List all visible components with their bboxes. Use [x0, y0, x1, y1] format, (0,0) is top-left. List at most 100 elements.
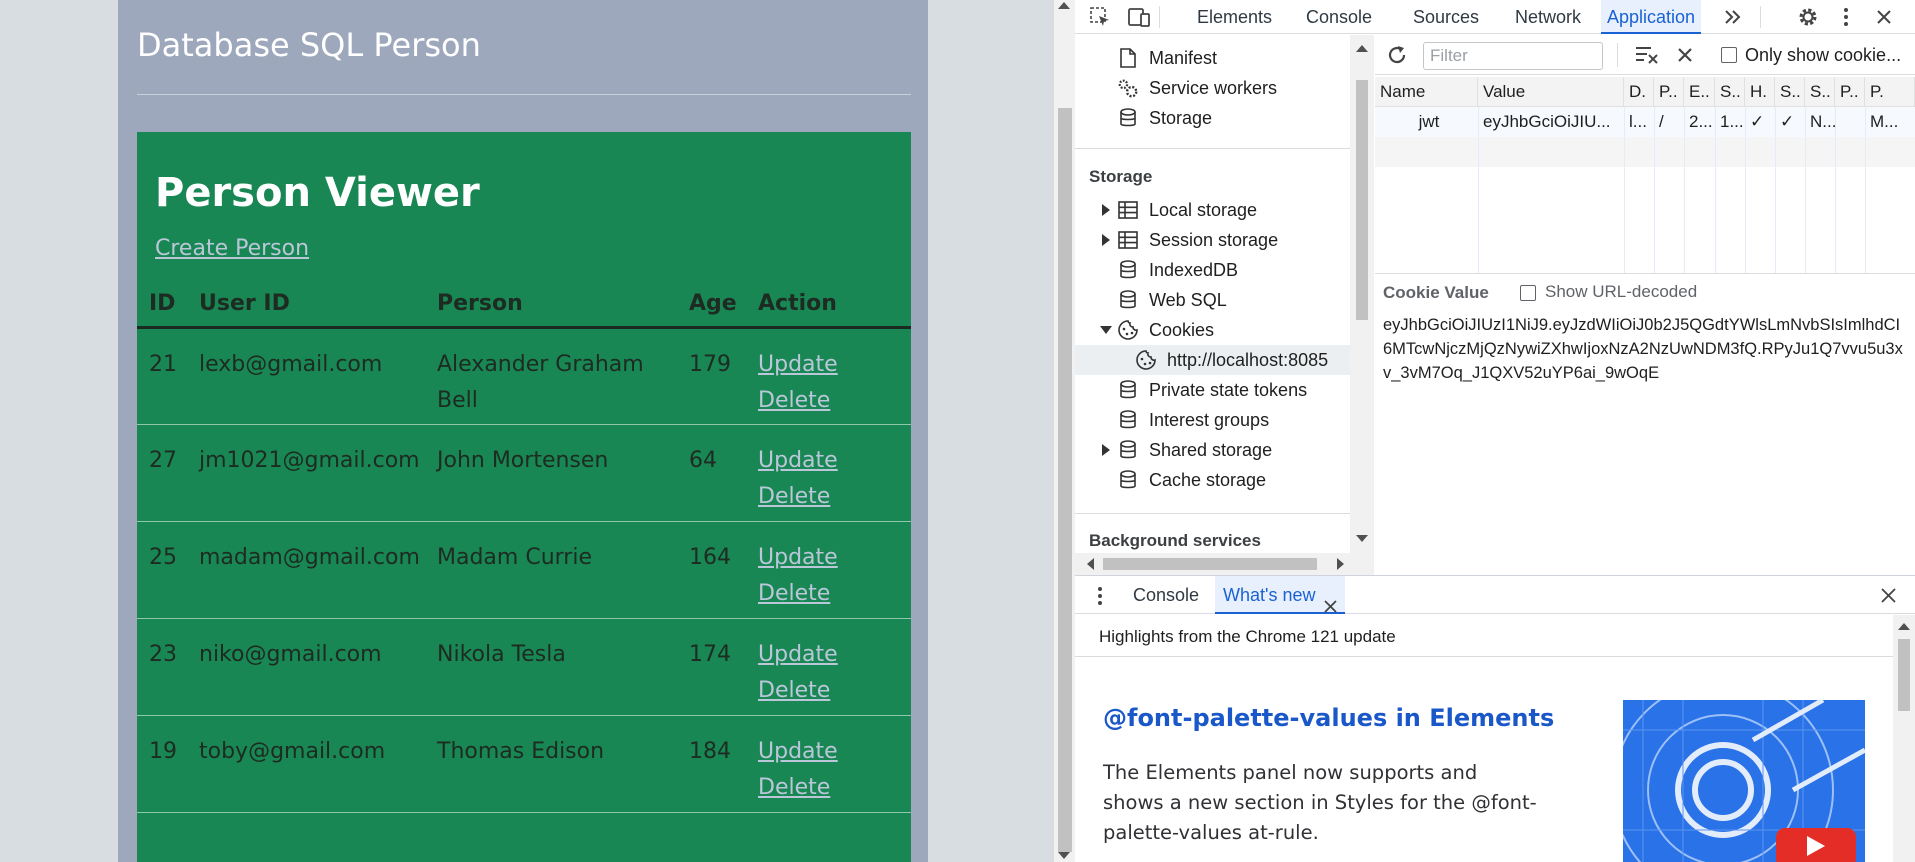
show-url-decoded-checkbox[interactable] [1520, 285, 1536, 301]
delete-link[interactable]: Delete [758, 576, 911, 612]
person-table: ID User ID Person Age Action 21 lexb@gma… [137, 282, 911, 813]
page-scrollbar-thumb[interactable] [1058, 108, 1072, 852]
scroll-right-arrow-icon[interactable] [1337, 558, 1344, 570]
delete-selected-icon[interactable] [1677, 47, 1693, 68]
column-header-name[interactable]: Name [1375, 77, 1478, 107]
cookie-samesite-cell[interactable]: N... [1805, 107, 1835, 137]
sidebar-horizontal-scrollbar[interactable] [1075, 553, 1374, 575]
update-link[interactable]: Update [758, 637, 911, 673]
scroll-down-arrow-icon[interactable] [1356, 535, 1368, 542]
cookie-name-cell[interactable]: jwt [1375, 107, 1478, 137]
sidebar-item-service-workers[interactable]: Service workers [1075, 73, 1351, 103]
gear-icon[interactable] [1795, 4, 1821, 30]
cookie-value-text[interactable]: eyJhbGciOiJIUzI1NiJ9.eyJzdWIiOiJ0b2J5QGd… [1383, 313, 1908, 385]
cookie-path-cell[interactable]: / [1654, 107, 1684, 137]
close-tab-icon[interactable] [1324, 588, 1337, 626]
refresh-icon[interactable] [1385, 43, 1409, 72]
column-header-httponly[interactable]: H. [1745, 77, 1775, 107]
tab-application[interactable]: Application [1601, 0, 1702, 34]
update-link[interactable]: Update [758, 443, 911, 479]
sidebar-item-manifest[interactable]: Manifest [1075, 43, 1351, 73]
expand-arrow-icon[interactable] [1102, 204, 1110, 216]
sidebar-item-local-storage[interactable]: Local storage [1075, 195, 1351, 225]
clear-filtered-icon[interactable] [1635, 45, 1659, 70]
cell-age: 174 [677, 618, 746, 716]
cookie-expires-cell[interactable]: 2... [1684, 107, 1715, 137]
update-link[interactable]: Update [758, 540, 911, 576]
sidebar-item-private-state-tokens[interactable]: Private state tokens [1075, 375, 1351, 405]
column-header-path[interactable]: P.. [1654, 77, 1684, 107]
column-header-secure[interactable]: S.. [1775, 77, 1805, 107]
cell-id: 27 [137, 424, 187, 522]
update-link[interactable]: Update [758, 734, 911, 770]
column-header-size[interactable]: S.. [1715, 77, 1745, 107]
tab-console[interactable]: Console [1300, 0, 1378, 34]
column-header-domain[interactable]: D. [1624, 77, 1654, 107]
expand-arrow-icon[interactable] [1102, 234, 1110, 246]
filter-input[interactable] [1423, 42, 1603, 70]
column-header-expires[interactable]: E.. [1684, 77, 1715, 107]
sidebar-item-cookies[interactable]: Cookies [1075, 315, 1351, 345]
cookie-priority-cell[interactable]: M... [1865, 107, 1915, 137]
scroll-up-arrow-icon[interactable] [1356, 45, 1368, 52]
sidebar-vertical-scrollbar[interactable] [1350, 35, 1374, 553]
sidebar-item-label: IndexedDB [1149, 260, 1239, 280]
sidebar-item-web-sql[interactable]: Web SQL [1075, 285, 1351, 315]
drawer-tab-console[interactable]: Console [1133, 576, 1199, 614]
delete-link[interactable]: Delete [758, 770, 911, 806]
scroll-up-arrow-icon[interactable] [1898, 623, 1910, 630]
delete-link[interactable]: Delete [758, 479, 911, 515]
close-icon[interactable] [1871, 4, 1897, 30]
inspect-element-icon[interactable] [1087, 4, 1113, 30]
cookie-value-cell[interactable]: eyJhbGciOiJIU... [1478, 107, 1624, 137]
scroll-down-arrow-icon[interactable] [1058, 852, 1070, 859]
create-person-link[interactable]: Create Person [155, 236, 309, 261]
column-header-samesite[interactable]: S.. [1805, 77, 1835, 107]
more-vert-icon[interactable] [1833, 4, 1859, 30]
sidebar-item-label: Service workers [1149, 78, 1278, 98]
feature-title-link[interactable]: @font-palette-values in Elements [1103, 704, 1554, 732]
cookie-secure-cell[interactable]: ✓ [1775, 107, 1805, 137]
page-scrollbar[interactable] [1053, 0, 1075, 862]
cell-person: Madam Currie [425, 521, 677, 619]
collapse-arrow-icon[interactable] [1100, 326, 1112, 334]
column-header-partition-key[interactable]: P.. [1835, 77, 1865, 107]
sidebar-item-interest-groups[interactable]: Interest groups [1075, 405, 1351, 435]
sidebar-hscrollbar-thumb[interactable] [1103, 558, 1317, 570]
column-divider [1835, 107, 1836, 273]
cookie-size-cell[interactable]: 1... [1715, 107, 1745, 137]
more-vert-icon[interactable] [1097, 586, 1103, 611]
drawer-scrollbar[interactable] [1893, 615, 1915, 862]
cookie-table: Name Value D. P.. E.. S.. H. S.. S.. P..… [1375, 77, 1915, 274]
tab-elements[interactable]: Elements [1191, 0, 1278, 34]
feature-video-thumbnail[interactable] [1623, 700, 1865, 862]
cookie-partition-cell[interactable] [1835, 107, 1865, 137]
column-header-priority[interactable]: P. [1865, 77, 1915, 107]
column-divider [1654, 107, 1655, 273]
scroll-up-arrow-icon[interactable] [1058, 2, 1070, 9]
sidebar-item-shared-storage[interactable]: Shared storage [1075, 435, 1351, 465]
cell-action: Update Delete [746, 424, 911, 522]
expand-arrow-icon[interactable] [1102, 444, 1110, 456]
delete-link[interactable]: Delete [758, 383, 911, 419]
drawer-tab-whats-new[interactable]: What's new [1215, 576, 1345, 614]
sidebar-item-cookie-origin[interactable]: http://localhost:8085 [1075, 345, 1351, 375]
scroll-left-arrow-icon[interactable] [1087, 558, 1094, 570]
sidebar-item-cache-storage[interactable]: Cache storage [1075, 465, 1351, 495]
sidebar-item-storage-overview[interactable]: Storage [1075, 103, 1351, 133]
chevron-double-right-icon[interactable] [1720, 4, 1746, 30]
cookie-httponly-cell[interactable]: ✓ [1745, 107, 1775, 137]
sidebar-item-session-storage[interactable]: Session storage [1075, 225, 1351, 255]
delete-link[interactable]: Delete [758, 673, 911, 709]
only-show-issues-checkbox[interactable] [1721, 47, 1737, 63]
column-header-value[interactable]: Value [1478, 77, 1624, 107]
sidebar-item-indexeddb[interactable]: IndexedDB [1075, 255, 1351, 285]
drawer-scrollbar-thumb[interactable] [1898, 639, 1910, 711]
cookie-domain-cell[interactable]: l... [1624, 107, 1654, 137]
tab-sources[interactable]: Sources [1407, 0, 1485, 34]
sidebar-scrollbar-thumb[interactable] [1356, 80, 1368, 320]
device-toolbar-icon[interactable] [1126, 4, 1152, 30]
tab-network[interactable]: Network [1509, 0, 1587, 34]
close-drawer-icon[interactable] [1881, 588, 1896, 608]
update-link[interactable]: Update [758, 347, 911, 383]
